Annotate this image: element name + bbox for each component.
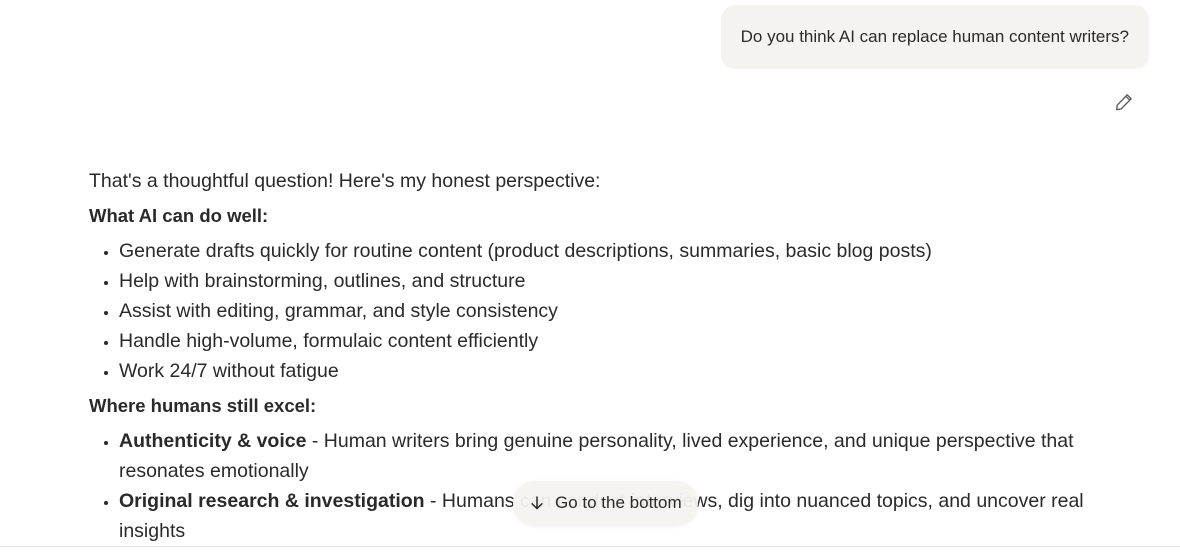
ai-strengths-list: Generate drafts quickly for routine cont… (89, 236, 1129, 386)
go-to-bottom-label: Go to the bottom (555, 493, 682, 512)
user-message-text: Do you think AI can replace human conten… (740, 27, 1129, 46)
edit-message-button[interactable] (1112, 90, 1136, 114)
list-item: Generate drafts quickly for routine cont… (119, 236, 1129, 266)
response-intro: That's a thoughtful question! Here's my … (89, 170, 601, 192)
divider (0, 546, 1180, 547)
arrow-down-icon (529, 495, 545, 511)
list-item: Authenticity & voice - Human writers bri… (119, 426, 1129, 486)
list-item-title: Original research & investigation (119, 490, 425, 512)
go-to-bottom-button[interactable]: Go to the bottom (513, 481, 698, 525)
section-heading-ai-strengths: What AI can do well: (89, 205, 269, 226)
user-message-bubble: Do you think AI can replace human conten… (720, 5, 1149, 69)
list-item: Assist with editing, grammar, and style … (119, 296, 1129, 326)
list-item-title: Authenticity & voice (119, 430, 307, 452)
list-item: Work 24/7 without fatigue (119, 356, 1129, 386)
list-item: Handle high-volume, formulaic content ef… (119, 326, 1129, 356)
pencil-icon (1115, 94, 1132, 111)
chat-page: Do you think AI can replace human conten… (0, 0, 1180, 555)
section-heading-human-strengths: Where humans still excel: (89, 395, 317, 416)
list-item: Help with brainstorming, outlines, and s… (119, 266, 1129, 296)
